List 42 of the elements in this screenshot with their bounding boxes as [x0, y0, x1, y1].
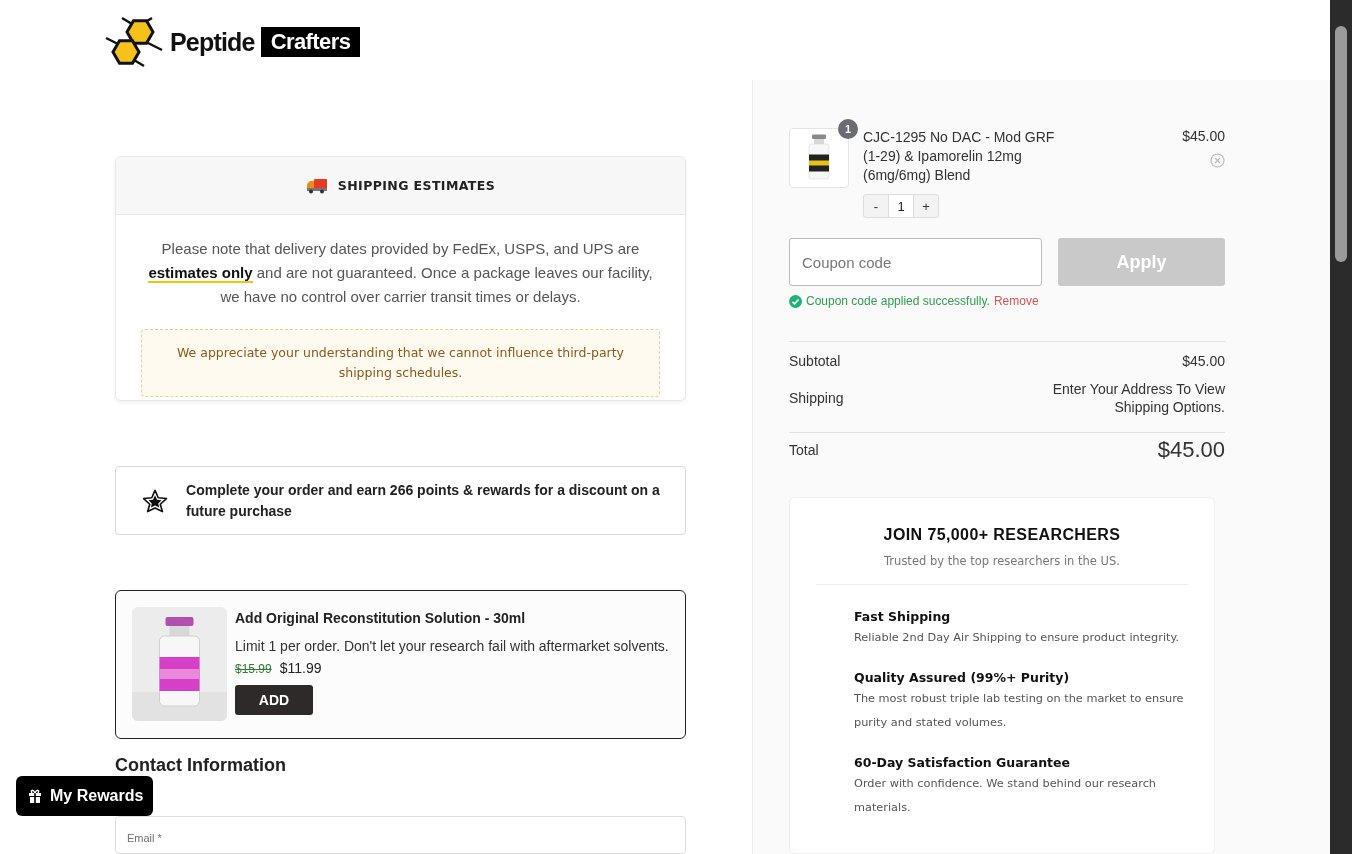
- summary-value: Enter Your Address To View Shipping Options.: [1051, 380, 1225, 416]
- summary-label: Shipping: [789, 390, 844, 406]
- feature-title: Fast Shipping: [854, 609, 952, 624]
- section-heading: Contact Information: [115, 754, 287, 776]
- feature-text: Order with confidence. We stand behind our research materials.: [854, 776, 1157, 816]
- feature-text: Reliable 2nd Day Air Shipping to ensure product integrity.: [854, 630, 1181, 646]
- card-title: SHIPPING ESTIMATES: [337, 178, 496, 193]
- logo-icon: [104, 16, 164, 68]
- logo-wordmark: Peptide: [170, 27, 255, 57]
- add-button[interactable]: ADD: [235, 684, 313, 715]
- check-icon: [789, 294, 802, 308]
- increase-button[interactable]: +: [914, 195, 938, 217]
- old-price: $15.99: [235, 661, 272, 676]
- quantity-value: 1: [888, 195, 914, 217]
- summary-label: Subtotal: [789, 353, 841, 369]
- remove-link[interactable]: Remove: [993, 294, 1039, 308]
- quantity-badge: 1: [838, 119, 858, 139]
- rewards-button[interactable]: My Rewards: [16, 775, 154, 816]
- summary-value: $45.00: [1182, 352, 1225, 370]
- trust-title: JOIN 75,000+ RESEARCHERS: [882, 526, 1122, 544]
- email-field[interactable]: Email *: [115, 815, 686, 854]
- shipping-note: Please note that delivery dates provided by FedEx, USPS, and UPS are estimates only and are not guaranteed. Once a package leaves our facility, we have no control over carrier transit times or delays.: [147, 239, 654, 307]
- logo-wordmark-box: Crafters: [260, 27, 361, 57]
- feature-text: The most robust triple lab testing on the market to ensure purity and stated volumes.: [854, 691, 1185, 731]
- rewards-message: Complete your order and earn 266 points & rewards for a discount on a future purchase: [186, 480, 661, 521]
- total-label: Total: [789, 442, 819, 458]
- gift-icon: [28, 788, 42, 803]
- feature-title: 60-Day Satisfaction Guarantee: [854, 755, 1072, 770]
- scrollbar[interactable]: [1330, 0, 1352, 854]
- truck-icon: [305, 177, 328, 194]
- upsell-title: Add Original Reconstitution Solution - 30ml: [235, 609, 526, 626]
- coupon-field[interactable]: Coupon code: [789, 238, 1042, 286]
- feature-title: Quality Assured (99%+ Purity): [854, 670, 1071, 685]
- product-name: CJC-1295 No DAC - Mod GRF (1-29) & Ipamorelin 12mg (6mg/6mg) Blend: [863, 128, 1056, 185]
- coupon-message: Coupon code applied successfully.: [806, 294, 990, 308]
- upsell-description: Limit 1 per order. Don't let your research fail with aftermarket solvents.: [235, 636, 669, 656]
- shipping-notice: We appreciate your understanding that we cannot influence third-party shipping schedules.: [141, 329, 660, 397]
- trust-subtitle: Trusted by the top researchers in the US.: [883, 554, 1121, 568]
- sale-price: $11.99: [279, 659, 322, 676]
- decrease-button[interactable]: -: [864, 195, 888, 217]
- total-value: $45.00: [1157, 437, 1225, 463]
- product-price: $45.00: [1182, 128, 1225, 144]
